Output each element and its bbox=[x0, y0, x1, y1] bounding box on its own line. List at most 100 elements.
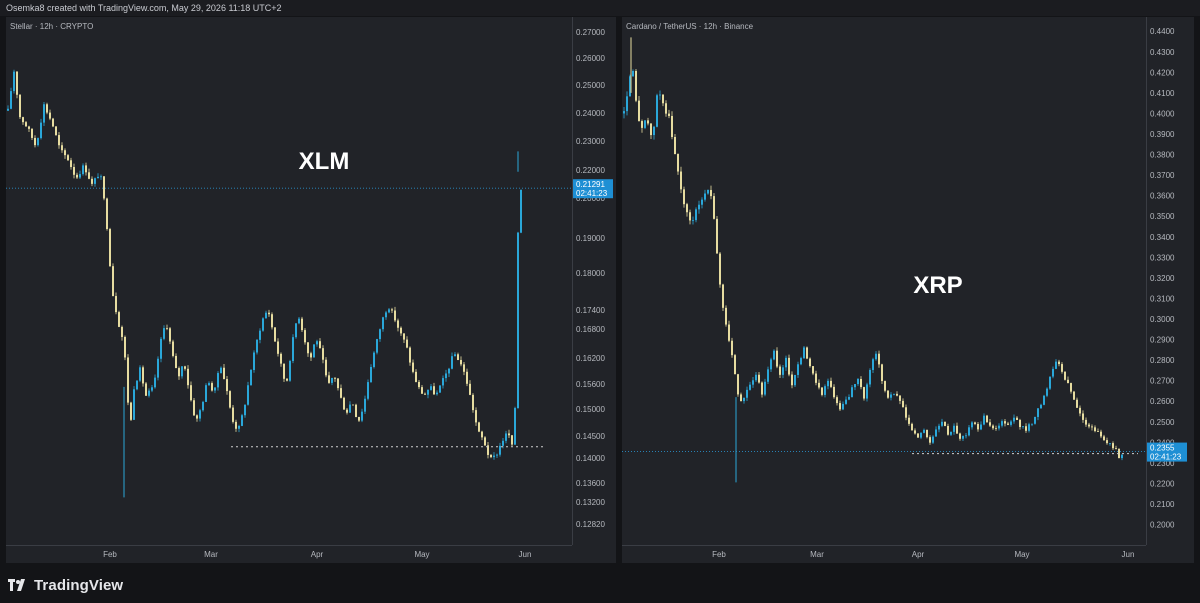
tradingview-logo[interactable]: TradingView bbox=[8, 576, 123, 594]
candle-body bbox=[238, 425, 240, 429]
candle-body bbox=[809, 358, 811, 367]
candle-body bbox=[82, 165, 84, 175]
y-tick-label: 0.3100 bbox=[1150, 294, 1175, 303]
candle-body bbox=[767, 369, 769, 382]
candle-body bbox=[821, 387, 823, 395]
candle-body bbox=[1091, 426, 1093, 428]
candle-body bbox=[695, 209, 697, 221]
candle-body bbox=[193, 400, 195, 416]
candle-body bbox=[202, 401, 204, 411]
y-tick-label: 0.4000 bbox=[1150, 109, 1175, 118]
candle-body bbox=[746, 389, 748, 398]
candle-body bbox=[55, 126, 57, 136]
candle-body bbox=[989, 422, 991, 426]
xrp-chart-panel[interactable]: Cardano / TetherUS · 12h · Binance 0.4400… bbox=[622, 17, 1194, 563]
candle-body bbox=[818, 382, 820, 388]
candle-body bbox=[292, 337, 294, 362]
candle-body bbox=[671, 115, 673, 137]
candle-body bbox=[764, 381, 766, 395]
candle-body bbox=[728, 324, 730, 341]
candle-body bbox=[998, 425, 1000, 429]
candle-body bbox=[301, 318, 303, 331]
candle-body bbox=[394, 310, 396, 321]
candle-body bbox=[848, 396, 850, 400]
candle-body bbox=[358, 417, 360, 421]
candle-body bbox=[833, 386, 835, 398]
candle-body bbox=[1067, 379, 1069, 384]
candle-body bbox=[22, 117, 24, 123]
candle-body bbox=[379, 329, 381, 340]
candle-body bbox=[1034, 416, 1036, 424]
candle-body bbox=[364, 398, 366, 412]
candle-body bbox=[887, 390, 889, 398]
candle-body bbox=[893, 393, 895, 395]
x-tick-label: May bbox=[414, 550, 429, 559]
y-tick-label: 0.25000 bbox=[576, 81, 605, 90]
candle-body bbox=[899, 395, 901, 401]
candle-body bbox=[46, 104, 48, 113]
y-tick-label: 0.15000 bbox=[576, 405, 605, 414]
candle-body bbox=[707, 190, 709, 194]
candle-body bbox=[842, 403, 844, 410]
y-tick-label: 0.14000 bbox=[576, 454, 605, 463]
candle-body bbox=[13, 71, 15, 92]
candle-body bbox=[340, 388, 342, 398]
candle-body bbox=[460, 359, 462, 365]
candle-body bbox=[1001, 421, 1003, 426]
xlm-chart-svg[interactable]: Stellar · 12h · CRYPTO 0.27000 0.26000 0.25… bbox=[6, 17, 616, 563]
candle-body bbox=[638, 100, 640, 122]
candle-body bbox=[250, 370, 252, 386]
candle-body bbox=[884, 381, 886, 391]
candle-body bbox=[1055, 361, 1057, 369]
candle-body bbox=[67, 155, 69, 161]
candle-body bbox=[995, 428, 997, 430]
candle-body bbox=[514, 408, 516, 445]
candle-body bbox=[304, 330, 306, 343]
candle-body bbox=[205, 385, 207, 402]
candle-body bbox=[412, 362, 414, 372]
y-tick-label: 0.23000 bbox=[576, 137, 605, 146]
candle-body bbox=[923, 429, 925, 433]
xrp-chart-svg[interactable]: Cardano / TetherUS · 12h · Binance 0.4400… bbox=[622, 17, 1194, 563]
candle-body bbox=[310, 353, 312, 358]
candle-body bbox=[217, 373, 219, 388]
y-tick-label: 0.15600 bbox=[576, 380, 605, 389]
candle-body bbox=[1058, 361, 1060, 365]
candle-body bbox=[463, 364, 465, 372]
y-tick-label: 0.12820 bbox=[576, 520, 605, 529]
y-tick-label: 0.16800 bbox=[576, 325, 605, 334]
candle-body bbox=[812, 366, 814, 374]
candle-body bbox=[986, 415, 988, 423]
y-tick-label: 0.4400 bbox=[1150, 27, 1175, 36]
symbol-label: Cardano / TetherUS · 12h · Binance bbox=[626, 22, 754, 31]
candle-body bbox=[130, 402, 132, 420]
countdown-timer: 02:41:23 bbox=[1150, 453, 1182, 462]
y-tick-label: 0.3000 bbox=[1150, 315, 1175, 324]
candle-body bbox=[469, 383, 471, 395]
candle-body bbox=[698, 204, 700, 210]
y-tick-label: 0.26000 bbox=[576, 54, 605, 63]
candle-body bbox=[776, 350, 778, 367]
candle-body bbox=[376, 339, 378, 353]
candle-body bbox=[854, 384, 856, 388]
chart-credit-header: Osemka8 created with TradingView.com, Ma… bbox=[0, 0, 1200, 16]
y-tick-label: 0.3700 bbox=[1150, 171, 1175, 180]
x-tick-label: Feb bbox=[103, 550, 117, 559]
candle-body bbox=[316, 341, 318, 345]
candle-body bbox=[322, 348, 324, 360]
xlm-chart-panel[interactable]: Stellar · 12h · CRYPTO 0.27000 0.26000 0.25… bbox=[6, 17, 616, 563]
candle-body bbox=[433, 386, 435, 395]
candle-body bbox=[88, 172, 90, 179]
y-tick-label: 0.2500 bbox=[1150, 418, 1175, 427]
y-tick-label: 0.4300 bbox=[1150, 48, 1175, 57]
candle-body bbox=[496, 454, 498, 456]
candle-body bbox=[641, 121, 643, 128]
candle-body bbox=[623, 111, 625, 114]
candle-body bbox=[43, 104, 45, 123]
candle-body bbox=[1037, 408, 1039, 417]
candle-body bbox=[827, 380, 829, 387]
y-tick-label: 0.3900 bbox=[1150, 130, 1175, 139]
candle-body bbox=[980, 424, 982, 430]
candle-body bbox=[920, 432, 922, 438]
candle-body bbox=[397, 320, 399, 328]
